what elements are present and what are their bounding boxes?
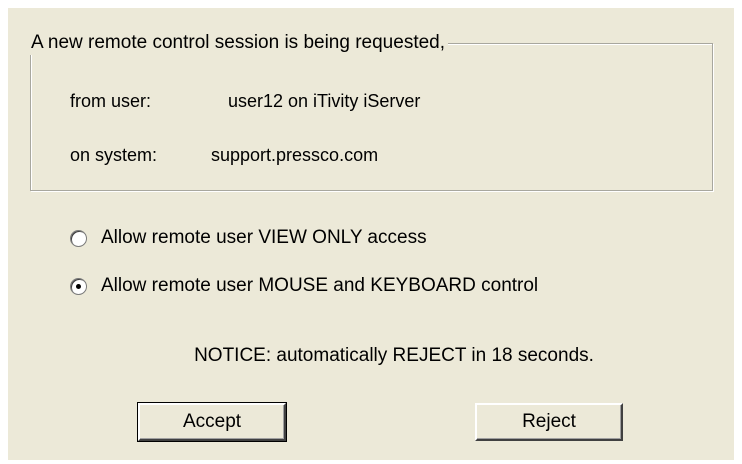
auto-reject-notice: NOTICE: automatically REJECT in 18 secon… [194,345,594,366]
view-only-radio[interactable]: Allow remote user VIEW ONLY access [70,225,427,251]
session-request-groupbox [30,43,713,191]
system-label: on system: [70,145,158,165]
mouse-keyboard-label[interactable]: Allow remote user MOUSE and KEYBOARD con… [101,274,538,298]
radio-dot [76,283,81,289]
remote-control-dialog: A new remote control session is being re… [8,8,734,460]
view-only-radio-circle[interactable] [70,229,87,247]
view-only-label[interactable]: Allow remote user VIEW ONLY access [101,226,427,250]
reject-button[interactable]: Reject [475,403,623,441]
from-user-value: user12 on iTivity iServer [228,91,421,111]
mouse-keyboard-radio-circle[interactable] [70,277,87,295]
system-value: support.pressco.com [211,145,379,165]
accept-button[interactable]: Accept [137,402,287,442]
group-title: A new remote control session is being re… [29,31,449,55]
from-user-label: from user: [70,91,152,111]
mouse-keyboard-radio[interactable]: Allow remote user MOUSE and KEYBOARD con… [70,273,538,299]
